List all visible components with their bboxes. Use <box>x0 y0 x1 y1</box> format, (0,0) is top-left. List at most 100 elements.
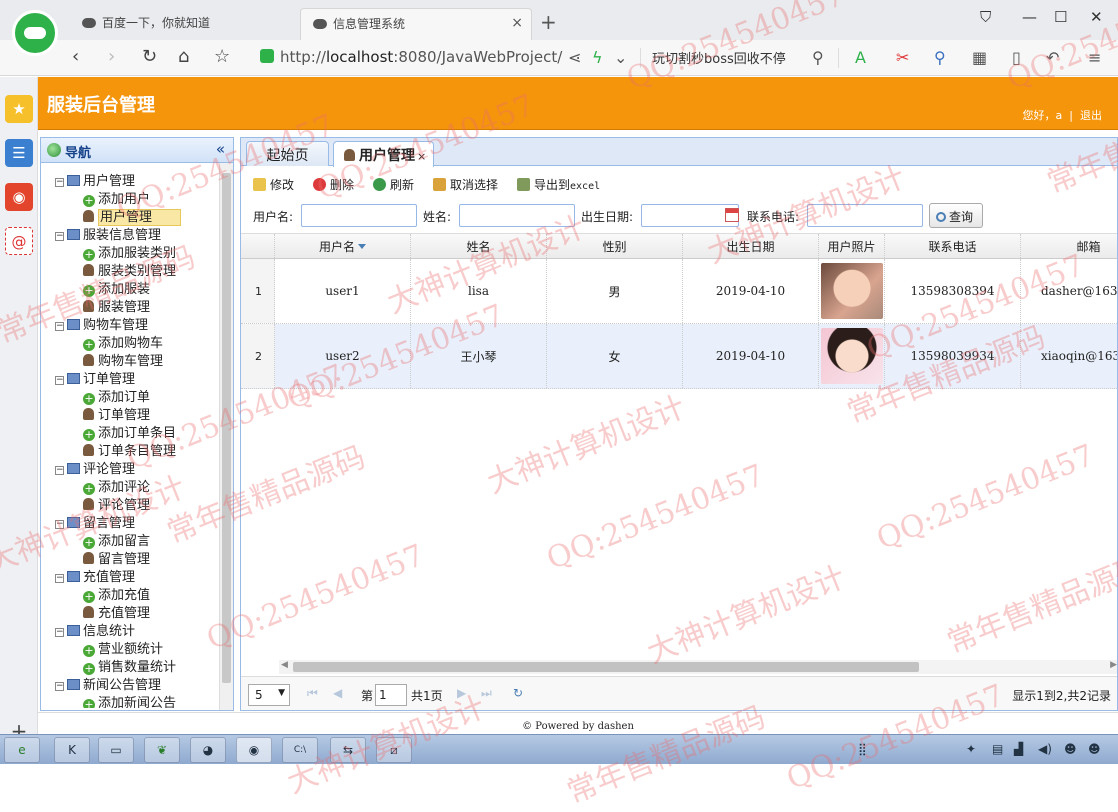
nav-group[interactable]: − 充值管理 <box>41 569 219 587</box>
terminal-icon[interactable]: C:\ <box>282 737 318 763</box>
ie-icon[interactable]: e <box>4 737 40 763</box>
bird-icon[interactable]: ◕ <box>190 737 226 763</box>
nav-item[interactable]: 服装管理 <box>41 299 219 317</box>
unselect-button[interactable]: 取消选择 <box>433 176 498 193</box>
leaf-icon[interactable]: ❦ <box>144 737 180 763</box>
collapse-toggle-icon[interactable]: − <box>55 682 64 691</box>
table-row[interactable]: 1 user1 lisa 男 2019-04-10 13598308394 da… <box>241 259 1117 324</box>
nav-item[interactable]: + 添加订单条目 <box>41 425 219 443</box>
nav-item[interactable]: 购物车管理 <box>41 353 219 371</box>
lightning-icon[interactable]: ϟ <box>592 48 603 67</box>
collapse-toggle-icon[interactable]: − <box>55 232 64 241</box>
favorites-star-icon[interactable]: ★ <box>5 95 33 123</box>
col-photo[interactable]: 用户照片 <box>819 234 885 258</box>
nav-item[interactable]: + 添加新闻公告 <box>41 695 219 708</box>
collapse-icon[interactable]: « <box>216 140 225 158</box>
menu-icon[interactable]: ≡ <box>1088 48 1101 67</box>
clipboard-icon[interactable]: ▤ <box>992 742 1003 756</box>
nav-item[interactable]: + 销售数量统计 <box>41 659 219 677</box>
nav-item[interactable]: + 添加购物车 <box>41 335 219 353</box>
close-icon[interactable]: × <box>417 150 426 163</box>
nav-group[interactable]: − 服装信息管理 <box>41 227 219 245</box>
nav-scrollbar[interactable] <box>219 163 233 710</box>
minimize-icon[interactable]: — <box>1022 8 1037 26</box>
refresh-icon[interactable]: ↻ <box>513 686 523 700</box>
phone-input[interactable] <box>807 204 923 227</box>
page-number-input[interactable]: 1 <box>375 684 407 706</box>
nav-item[interactable]: + 营业额统计 <box>41 641 219 659</box>
magnifier-icon[interactable]: ⚲ <box>934 48 946 67</box>
nav-item[interactable]: 用户管理 <box>41 209 219 227</box>
ime-icon[interactable]: ✦ <box>966 742 976 756</box>
translate-icon[interactable]: A <box>855 48 866 67</box>
keyboard-icon[interactable]: ⣿ <box>858 742 867 756</box>
col-birth[interactable]: 出生日期 <box>683 234 819 258</box>
collapse-toggle-icon[interactable]: − <box>55 574 64 583</box>
last-page-icon[interactable]: ⏭ <box>481 686 492 701</box>
collapse-toggle-icon[interactable]: − <box>55 178 64 187</box>
nav-item[interactable]: 充值管理 <box>41 605 219 623</box>
col-email[interactable]: 邮箱 <box>1021 234 1117 258</box>
chevron-down-icon[interactable]: ⌄ <box>614 48 627 67</box>
calendar-icon[interactable] <box>725 208 739 222</box>
qq-icon[interactable]: ☻ <box>1064 742 1077 756</box>
scroll-right-icon[interactable]: ▶ <box>1110 660 1117 670</box>
scroll-thumb[interactable] <box>293 662 919 672</box>
browser-tab-baidu[interactable]: 百度一下，你就知道 <box>70 8 300 40</box>
nav-group[interactable]: − 留言管理 <box>41 515 219 533</box>
page-size-select[interactable]: 5 ▼ <box>248 684 290 706</box>
nav-item[interactable]: 服装类别管理 <box>41 263 219 281</box>
bookmark-star-icon[interactable]: ☆ <box>214 46 230 67</box>
remote-icon[interactable]: ⇆ <box>330 737 366 763</box>
volume-icon[interactable]: ◀) <box>1038 742 1052 756</box>
nav-item[interactable]: + 添加订单 <box>41 389 219 407</box>
collapse-toggle-icon[interactable]: − <box>55 628 64 637</box>
nav-item[interactable]: + 添加留言 <box>41 533 219 551</box>
new-tab-icon[interactable]: + <box>540 10 557 34</box>
export-excel-button[interactable]: 导出到excel <box>517 176 600 193</box>
nav-item[interactable]: + 添加服装 <box>41 281 219 299</box>
search-icon[interactable]: ⚲ <box>812 48 824 67</box>
search-box[interactable]: 玩切割秒boss回收不停 <box>652 48 786 67</box>
nav-item[interactable]: + 添加评论 <box>41 479 219 497</box>
nav-group[interactable]: − 评论管理 <box>41 461 219 479</box>
nav-item[interactable]: + 添加服装类别 <box>41 245 219 263</box>
qq-icon-2[interactable]: ☻ <box>1088 742 1101 756</box>
nav-item[interactable]: 订单管理 <box>41 407 219 425</box>
email-icon[interactable]: @ <box>5 227 33 255</box>
undo-icon[interactable]: ↶ <box>1046 48 1059 67</box>
prev-page-icon[interactable]: ◀ <box>333 686 342 700</box>
delete-button[interactable]: 删除 <box>313 176 354 193</box>
next-page-icon[interactable]: ▶ <box>457 686 466 700</box>
collapse-toggle-icon[interactable]: − <box>55 520 64 529</box>
collapse-toggle-icon[interactable]: − <box>55 376 64 385</box>
grid-horizontal-scrollbar[interactable]: ◀ ▶ <box>279 660 1117 674</box>
collapse-toggle-icon[interactable]: − <box>55 466 64 475</box>
nav-group[interactable]: − 用户管理 <box>41 173 219 191</box>
folder-icon[interactable]: ▭ <box>98 737 134 763</box>
nav-group[interactable]: − 新闻公告管理 <box>41 677 219 695</box>
maximize-icon[interactable]: ☐ <box>1054 8 1067 26</box>
tablet-icon[interactable]: ▯ <box>1012 48 1021 67</box>
col-username[interactable]: 用户名 <box>275 234 411 258</box>
query-button[interactable]: 查询 <box>929 203 983 228</box>
nav-item[interactable]: 订单条目管理 <box>41 443 219 461</box>
refresh-button[interactable]: 刷新 <box>373 176 414 193</box>
nav-item[interactable]: + 添加用户 <box>41 191 219 209</box>
shirt-icon[interactable]: ⛉ <box>980 8 991 26</box>
username-input[interactable] <box>301 204 417 227</box>
col-phone[interactable]: 联系电话 <box>885 234 1021 258</box>
reload-icon[interactable]: ↻ <box>142 46 157 67</box>
apps-grid-icon[interactable]: ▦ <box>972 48 987 67</box>
edit-button[interactable]: 修改 <box>253 176 294 193</box>
close-tab-icon[interactable]: × <box>511 15 523 31</box>
nav-item[interactable]: 留言管理 <box>41 551 219 569</box>
tab-user-management[interactable]: 用户管理 × <box>333 141 434 167</box>
nav-group[interactable]: − 信息统计 <box>41 623 219 641</box>
logout-link[interactable]: 退出 <box>1080 109 1102 122</box>
close-window-icon[interactable]: ✕ <box>1090 8 1103 26</box>
browser-tab-active[interactable]: 信息管理系统 × <box>300 8 532 40</box>
nav-group[interactable]: − 订单管理 <box>41 371 219 389</box>
tab-home[interactable]: 起始页 <box>246 141 329 166</box>
browser-task-icon[interactable]: ◉ <box>236 737 272 763</box>
